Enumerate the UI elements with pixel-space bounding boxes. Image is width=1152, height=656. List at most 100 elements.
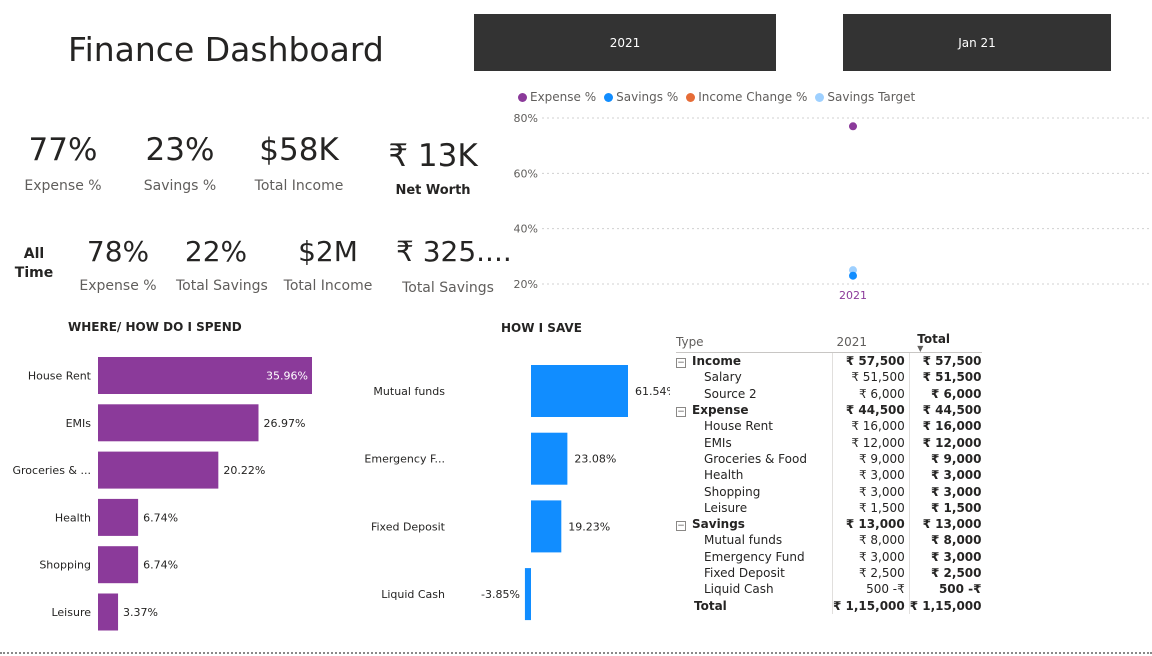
save-category-label: Mutual funds bbox=[373, 385, 445, 398]
matrix-total-cell: ₹ 3,000 bbox=[908, 483, 982, 500]
matrix-2021-cell: ₹ 9,000 bbox=[832, 450, 910, 468]
matrix-header-row: Type 2021 Total ▼ bbox=[676, 332, 982, 353]
scatter-legend: Expense % Savings % Income Change % Savi… bbox=[518, 90, 919, 104]
matrix-type-cell: House Rent bbox=[676, 418, 833, 434]
page-title: Finance Dashboard bbox=[68, 30, 384, 69]
matrix-row: Groceries & Food ₹ 9,000 ₹ 9,000 bbox=[676, 450, 982, 468]
matrix-total-cell: ₹ 51,500 bbox=[908, 369, 982, 386]
alltime-expense-pct-value: 78% bbox=[86, 235, 150, 268]
matrix-type-label: Total bbox=[694, 598, 727, 613]
collapse-icon[interactable]: − bbox=[676, 521, 686, 532]
matrix-row: Salary ₹ 51,500 ₹ 51,500 bbox=[676, 369, 982, 386]
all-time-label-line1: All bbox=[23, 246, 45, 262]
matrix-row: Mutual funds ₹ 8,000 ₹ 8,000 bbox=[676, 532, 982, 549]
spend-chart-title: WHERE/ HOW DO I SPEND bbox=[68, 320, 242, 334]
matrix-2021-cell: ₹ 2,500 bbox=[832, 564, 910, 582]
matrix-header-type[interactable]: Type bbox=[676, 332, 833, 353]
matrix-row: Leisure ₹ 1,500 ₹ 1,500 bbox=[676, 499, 982, 516]
legend-item-savings[interactable]: Savings % bbox=[604, 90, 678, 104]
matrix-type-label: Groceries & Food bbox=[704, 451, 807, 466]
matrix-type-cell[interactable]: − Savings bbox=[676, 516, 833, 532]
matrix-type-cell: Mutual funds bbox=[676, 532, 833, 548]
save-bar bbox=[531, 500, 562, 553]
spend-category-label: House Rent bbox=[28, 370, 92, 383]
matrix-type-label: Savings bbox=[692, 517, 745, 532]
spend-data-label: 35.96% bbox=[266, 370, 308, 383]
save-data-label: 61.54% bbox=[635, 385, 670, 398]
matrix-total-cell: ₹ 3,000 bbox=[908, 548, 982, 565]
matrix-2021-cell: ₹ 8,000 bbox=[832, 532, 910, 549]
matrix-type-cell: Leisure bbox=[676, 500, 833, 516]
legend-item-income-change[interactable]: Income Change % bbox=[686, 90, 807, 104]
save-category-label: Liquid Cash bbox=[381, 588, 445, 601]
scatter-point-savings- bbox=[849, 271, 857, 280]
alltime-savings-value: ₹ 325.... bbox=[396, 235, 512, 268]
matrix-2021-cell: 500 -₹ bbox=[832, 581, 910, 598]
collapse-icon[interactable]: − bbox=[676, 407, 686, 418]
alltime-income-value: $2M bbox=[298, 235, 358, 268]
matrix-type-cell: Shopping bbox=[676, 483, 833, 499]
matrix-total-row: Total ₹ 1,15,000 ₹ 1,15,000 bbox=[676, 597, 982, 614]
matrix-type-cell: Salary bbox=[676, 369, 833, 385]
save-data-label: 23.08% bbox=[574, 453, 616, 466]
sort-desc-icon: ▼ bbox=[917, 344, 924, 353]
matrix-type-cell: EMIs bbox=[676, 434, 833, 450]
spend-data-label: 20.22% bbox=[223, 464, 265, 477]
matrix-total-cell: ₹ 16,000 bbox=[908, 418, 982, 435]
alltime-expense-pct-label: Expense % bbox=[79, 278, 157, 294]
scatter-point-expense- bbox=[849, 122, 857, 131]
matrix-2021-cell: ₹ 1,15,000 bbox=[832, 597, 910, 614]
y-tick-label: 60% bbox=[514, 167, 538, 180]
spend-category-label: Groceries & ... bbox=[13, 464, 92, 477]
matrix-header-2021[interactable]: 2021 bbox=[833, 332, 910, 353]
matrix-total-cell: ₹ 3,000 bbox=[908, 467, 982, 484]
matrix-type-label: Health bbox=[704, 468, 744, 483]
save-bar bbox=[531, 432, 568, 485]
year-slicer[interactable]: 2021 bbox=[474, 14, 776, 71]
matrix-header-total[interactable]: Total ▼ bbox=[909, 332, 981, 353]
alltime-savings-label: Total Savings bbox=[402, 280, 494, 296]
matrix-row: Emergency Fund ₹ 3,000 ₹ 3,000 bbox=[676, 548, 982, 565]
matrix-type-cell[interactable]: − Income bbox=[676, 352, 833, 370]
savings-pct-label: Savings % bbox=[143, 178, 217, 194]
spend-data-label: 6.74% bbox=[143, 511, 178, 524]
save-chart-title: HOW I SAVE bbox=[501, 321, 582, 335]
matrix-type-cell: Total bbox=[676, 597, 833, 613]
page-bottom-border bbox=[0, 652, 1152, 654]
matrix-type-cell[interactable]: − Expense bbox=[676, 402, 833, 418]
matrix-2021-cell: ₹ 44,500 bbox=[832, 401, 910, 419]
matrix-row: Liquid Cash 500 -₹ 500 -₹ bbox=[676, 581, 982, 598]
matrix-type-label: Shopping bbox=[704, 484, 761, 499]
expense-pct-label: Expense % bbox=[24, 178, 102, 194]
spend-category-label: Health bbox=[55, 511, 91, 524]
spend-category-label: Leisure bbox=[51, 606, 91, 619]
save-data-label: 19.23% bbox=[568, 520, 610, 533]
matrix-row: Health ₹ 3,000 ₹ 3,000 bbox=[676, 467, 982, 484]
legend-marker-icon bbox=[518, 92, 527, 102]
month-slicer[interactable]: Jan 21 bbox=[843, 14, 1111, 71]
y-tick-label: 40% bbox=[514, 223, 538, 236]
net-worth-label: Net Worth bbox=[395, 183, 471, 198]
legend-item-savings-target[interactable]: Savings Target bbox=[815, 90, 915, 104]
matrix-group-row: − Expense ₹ 44,500 ₹ 44,500 bbox=[676, 401, 982, 419]
matrix-group-row: − Savings ₹ 13,000 ₹ 13,000 bbox=[676, 515, 982, 533]
save-bar bbox=[524, 568, 531, 621]
spend-bar-chart: House Rent 35.96% EMIs 26.97% Groceries & ..… bbox=[13, 357, 312, 631]
matrix-total-cell: ₹ 12,000 bbox=[908, 434, 982, 451]
spend-data-label: 6.74% bbox=[143, 559, 178, 572]
matrix-total-cell: ₹ 44,500 bbox=[908, 401, 982, 419]
net-worth-value: ₹ 13K bbox=[388, 138, 478, 174]
matrix-type-label: Source 2 bbox=[704, 386, 757, 401]
alltime-income-label: Total Income bbox=[283, 278, 373, 294]
matrix-total-cell: ₹ 6,000 bbox=[908, 385, 982, 402]
collapse-icon[interactable]: − bbox=[676, 358, 686, 369]
matrix-total-cell: ₹ 1,15,000 bbox=[908, 597, 982, 614]
legend-item-expense[interactable]: Expense % bbox=[518, 90, 596, 104]
matrix-row: Source 2 ₹ 6,000 ₹ 6,000 bbox=[676, 385, 982, 402]
matrix-2021-cell: ₹ 12,000 bbox=[832, 434, 910, 451]
matrix-type-cell: Emergency Fund bbox=[676, 549, 833, 565]
matrix-type-cell: Health bbox=[676, 467, 833, 483]
matrix-type-label: Liquid Cash bbox=[704, 582, 774, 597]
matrix-2021-cell: ₹ 6,000 bbox=[832, 385, 910, 402]
matrix-total-cell: ₹ 57,500 bbox=[908, 352, 982, 370]
